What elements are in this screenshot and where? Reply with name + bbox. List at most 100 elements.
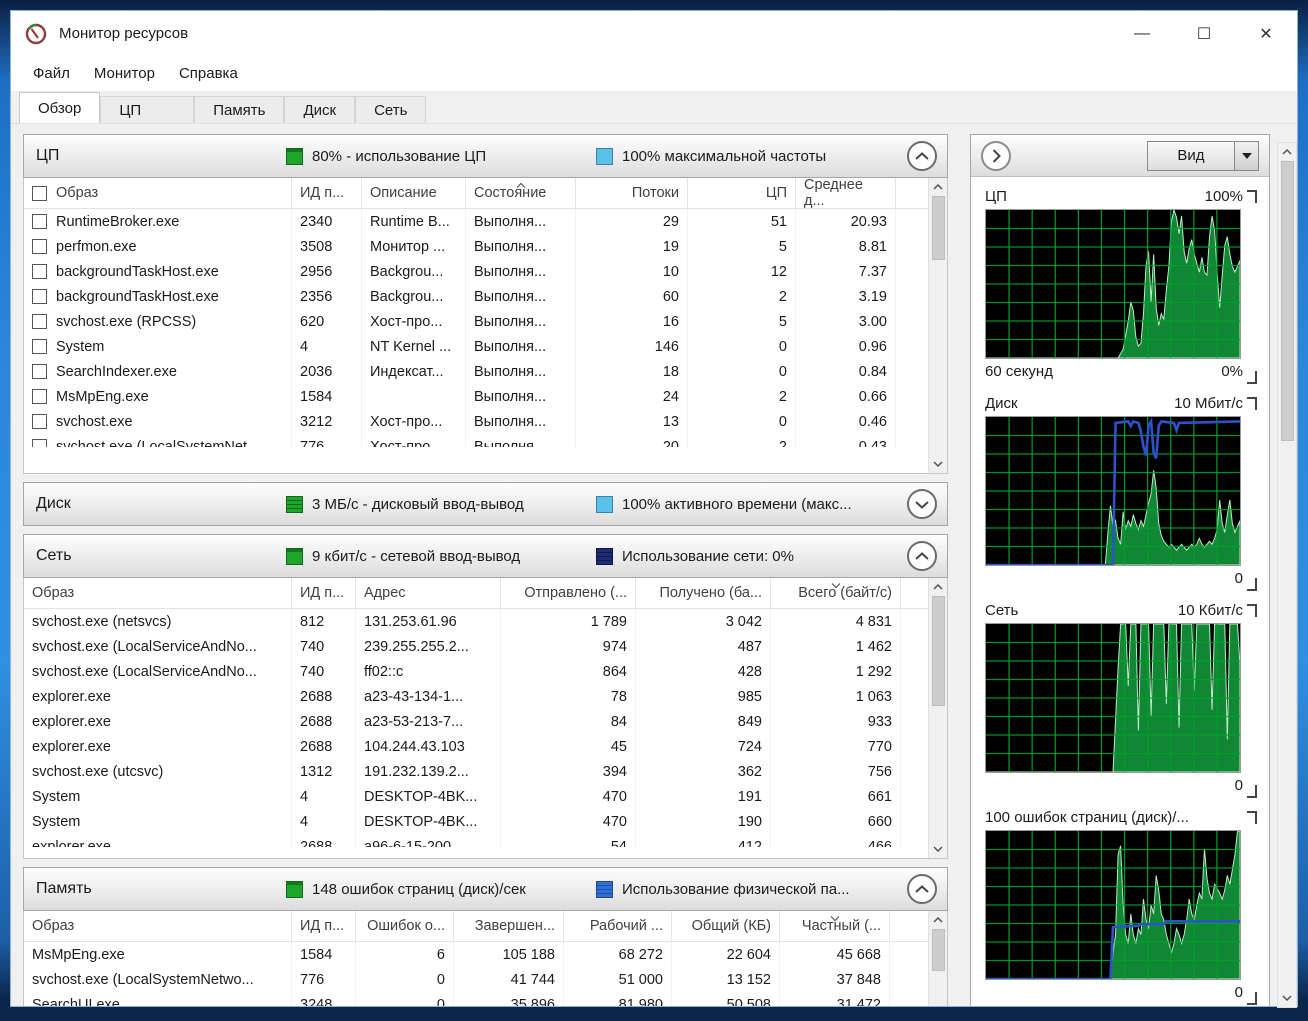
network-section-header[interactable]: Сеть 9 кбит/с - сетевой ввод-вывод Испол… xyxy=(23,534,948,578)
tab-обзор[interactable]: Обзор xyxy=(19,92,100,123)
column-header-1[interactable]: ИД п... xyxy=(292,911,356,941)
tab-цп[interactable]: ЦП xyxy=(100,96,194,123)
maximize-button[interactable]: ☐ xyxy=(1173,11,1235,56)
column-header-6[interactable]: Среднее д... xyxy=(796,178,896,208)
memory-table-scrollbar[interactable] xyxy=(928,911,947,1007)
scroll-down-icon[interactable] xyxy=(1278,989,1297,1007)
network-collapse-button[interactable] xyxy=(907,541,937,571)
row-checkbox[interactable] xyxy=(32,239,47,254)
scroll-down-icon[interactable] xyxy=(929,455,948,473)
column-header-3[interactable]: Отправлено (... xyxy=(501,578,636,608)
memory-collapse-button[interactable] xyxy=(907,874,937,904)
column-header-5[interactable]: ЦП xyxy=(688,178,796,208)
cell: 2688 xyxy=(292,709,356,734)
minimize-button[interactable]: — xyxy=(1111,11,1173,56)
table-row[interactable]: RuntimeBroker.exe2340Runtime B...Выполня… xyxy=(24,209,947,234)
cpu-section-header[interactable]: ЦП 80% - использование ЦП 100% максималь… xyxy=(23,134,948,178)
scale-bracket-top xyxy=(1247,604,1257,617)
table-row[interactable]: svchost.exe (LocalSystemNetwo...776041 7… xyxy=(24,967,947,992)
row-checkbox[interactable] xyxy=(32,339,47,354)
row-checkbox[interactable] xyxy=(32,289,47,304)
table-row[interactable]: svchost.exe (netsvcs)812131.253.61.961 7… xyxy=(24,609,947,634)
cell: svchost.exe (LocalSystemNet... xyxy=(24,434,292,447)
cpu-collapse-button[interactable] xyxy=(907,141,937,171)
row-checkbox[interactable] xyxy=(32,214,47,229)
table-row[interactable]: System4NT Kernel ...Выполня...14600.96 xyxy=(24,334,947,359)
tab-память[interactable]: Память xyxy=(194,96,284,123)
table-row[interactable]: explorer.exe2688a23-53-213-7...84849933 xyxy=(24,709,947,734)
table-row[interactable]: SearchIndexer.exe2036Индексат...Выполня.… xyxy=(24,359,947,384)
select-all-checkbox[interactable] xyxy=(32,186,47,201)
column-header-2[interactable]: Описание xyxy=(362,178,466,208)
column-header-0[interactable]: Образ xyxy=(24,578,292,608)
table-row[interactable]: backgroundTaskHost.exe2356Backgrou...Вып… xyxy=(24,284,947,309)
scrollbar-thumb[interactable] xyxy=(1281,161,1294,441)
column-header-0[interactable]: Образ xyxy=(24,911,292,941)
scrollbar-thumb[interactable] xyxy=(932,196,945,260)
network-table-scrollbar[interactable] xyxy=(928,578,947,858)
scroll-up-icon[interactable] xyxy=(929,178,948,196)
chevron-up-icon xyxy=(915,152,929,161)
table-row[interactable]: explorer.exe2688104.244.43.10345724770 xyxy=(24,734,947,759)
column-header-4[interactable]: Рабочий ... xyxy=(564,911,672,941)
tab-сеть[interactable]: Сеть xyxy=(355,96,426,123)
column-header-3[interactable]: Завершен... xyxy=(454,911,564,941)
column-header-4[interactable]: Получено (ба... xyxy=(636,578,771,608)
row-checkbox[interactable] xyxy=(32,389,47,404)
table-row[interactable]: MsMpEng.exe1584Выполня...2420.66 xyxy=(24,384,947,409)
table-row[interactable]: perfmon.exe3508Монитор ...Выполня...1958… xyxy=(24,234,947,259)
column-header-5[interactable]: Общий (КБ) xyxy=(672,911,780,941)
row-checkbox[interactable] xyxy=(32,414,47,429)
table-row[interactable]: svchost.exe (RPCSS)620Хост-про...Выполня… xyxy=(24,309,947,334)
tab-диск[interactable]: Диск xyxy=(284,96,355,123)
scroll-up-icon[interactable] xyxy=(929,578,948,596)
cell: 45 668 xyxy=(780,942,890,967)
view-dropdown-button[interactable]: Вид xyxy=(1147,141,1259,171)
column-header-2[interactable]: Адрес xyxy=(356,578,501,608)
cpu-table-scrollbar[interactable] xyxy=(928,178,947,473)
cell: 0.66 xyxy=(796,384,896,409)
table-row[interactable]: System4DESKTOP-4BK...470191661 xyxy=(24,784,947,809)
close-button[interactable]: ✕ xyxy=(1235,11,1297,56)
scroll-up-icon[interactable] xyxy=(929,911,948,929)
table-row[interactable]: explorer.exe2688a96-6-15-200...54412466 xyxy=(24,834,947,847)
menu-item-1[interactable]: Монитор xyxy=(82,61,167,86)
table-row[interactable]: svchost.exe (LocalServiceAndNo...740ff02… xyxy=(24,659,947,684)
column-header-2[interactable]: Ошибок о... xyxy=(356,911,454,941)
scrollbar-thumb[interactable] xyxy=(932,596,945,706)
table-row[interactable]: MsMpEng.exe15846105 18868 27222 60445 66… xyxy=(24,942,947,967)
view-button-label[interactable]: Вид xyxy=(1148,142,1234,170)
column-header-1[interactable]: ИД п... xyxy=(292,578,356,608)
row-checkbox[interactable] xyxy=(32,264,47,279)
table-row[interactable]: explorer.exe2688a23-43-134-1...789851 06… xyxy=(24,684,947,709)
column-header-5[interactable]: Всего (байт/с) xyxy=(771,578,901,608)
sidebar-scrollbar[interactable] xyxy=(1277,142,1297,1008)
table-row[interactable]: SearchUI.exe3248035 89681 98050 50831 47… xyxy=(24,992,947,1007)
column-header-0[interactable]: Образ xyxy=(24,178,292,208)
cpu-section: ЦП 80% - использование ЦП 100% максималь… xyxy=(23,134,948,474)
expand-panel-button[interactable] xyxy=(981,141,1011,171)
disk-expand-button[interactable] xyxy=(907,489,937,519)
menu-item-0[interactable]: Файл xyxy=(21,61,82,86)
table-row[interactable]: svchost.exe (LocalSystemNet...776Хост-пр… xyxy=(24,434,947,447)
table-row[interactable]: System4DESKTOP-4BK...470190660 xyxy=(24,809,947,834)
row-checkbox[interactable] xyxy=(32,439,47,447)
table-row[interactable]: svchost.exe3212Хост-про...Выполня...1300… xyxy=(24,409,947,434)
view-dropdown-arrow[interactable] xyxy=(1234,142,1258,170)
disk-section-header[interactable]: Диск 3 МБ/с - дисковый ввод-вывод 100% а… xyxy=(23,482,948,526)
table-row[interactable]: svchost.exe (LocalServiceAndNo...740239.… xyxy=(24,634,947,659)
row-checkbox[interactable] xyxy=(32,314,47,329)
column-header-3[interactable]: Состояние xyxy=(466,178,576,208)
column-header-1[interactable]: ИД п... xyxy=(292,178,362,208)
scroll-down-icon[interactable] xyxy=(929,840,948,858)
scrollbar-thumb[interactable] xyxy=(932,929,945,971)
column-header-6[interactable]: Частный (... xyxy=(780,911,890,941)
menu-item-2[interactable]: Справка xyxy=(167,61,250,86)
cell: svchost.exe (utcsvc) xyxy=(24,759,292,784)
table-row[interactable]: backgroundTaskHost.exe2956Backgrou...Вып… xyxy=(24,259,947,284)
column-header-4[interactable]: Потоки xyxy=(576,178,688,208)
scroll-up-icon[interactable] xyxy=(1278,143,1297,161)
table-row[interactable]: svchost.exe (utcsvc)1312191.232.139.2...… xyxy=(24,759,947,784)
memory-section-header[interactable]: Память 148 ошибок страниц (диск)/сек Исп… xyxy=(23,867,948,911)
row-checkbox[interactable] xyxy=(32,364,47,379)
